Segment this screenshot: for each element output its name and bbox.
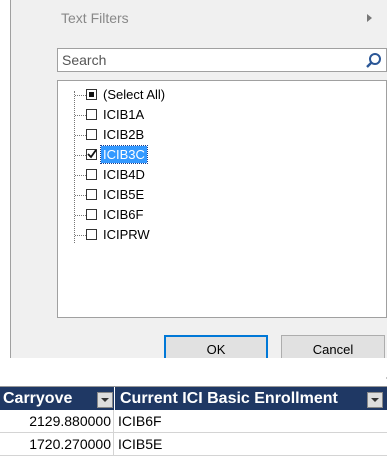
tree-connector	[75, 195, 86, 196]
carryover-cell: 2129.880000	[29, 413, 111, 429]
checkmark-icon	[87, 149, 97, 159]
worksheet-area	[0, 358, 387, 368]
text-filters-menu-item[interactable]: Text Filters	[11, 0, 387, 38]
tree-connector	[75, 215, 86, 216]
filter-item-label: ICIB3C	[100, 145, 148, 164]
checkbox[interactable]	[86, 229, 97, 240]
column-header-current-ici-basic-enrollment: Current ICI Basic Enrollment	[120, 390, 338, 407]
filter-item-label: ICIPRW	[103, 227, 150, 242]
filter-item-label: ICIB1A	[103, 107, 145, 122]
filter-item-label: ICIB4D	[103, 167, 145, 182]
filter-item-label: ICIB2B	[103, 127, 145, 142]
filter-list-item[interactable]: ICIB5E	[58, 185, 386, 205]
checkbox[interactable]	[86, 189, 97, 200]
tree-connector	[75, 95, 86, 96]
search-box	[57, 48, 387, 72]
search-input[interactable]	[60, 49, 364, 71]
checkbox[interactable]	[86, 129, 97, 140]
filter-item-label: (Select All)	[103, 87, 166, 102]
filter-list-item[interactable]: ICIB1A	[58, 105, 386, 125]
tree-connector	[75, 175, 86, 176]
tree-connector	[75, 115, 86, 116]
filter-list-item[interactable]: ICIPRW	[58, 225, 386, 245]
checkbox[interactable]	[86, 149, 97, 160]
submenu-arrow-icon	[367, 14, 372, 22]
checkbox[interactable]	[86, 169, 97, 180]
filter-dropdown-icon[interactable]	[97, 392, 113, 408]
filter-value-list[interactable]: (Select All) ICIB1A ICIB2B ICIB3C ICIB4D ICIB…	[57, 80, 387, 318]
filter-item-label: ICIB6F	[103, 207, 144, 222]
enrollment-cell: ICIB5E	[118, 436, 163, 452]
table-header-row: Carryove Current ICI Basic Enrollment	[0, 386, 387, 411]
enrollment-cell: ICIB6F	[118, 413, 162, 429]
filter-list-item[interactable]: ICIB3C	[58, 145, 386, 165]
text-filters-label: Text Filters	[61, 10, 129, 26]
filter-item-label: ICIB5E	[103, 187, 145, 202]
filter-list-item[interactable]: ICIB2B	[58, 125, 386, 145]
checkbox[interactable]	[86, 109, 97, 120]
filter-list-item[interactable]: ICIB4D	[58, 165, 386, 185]
table-row[interactable]: 2129.880000 ICIB6F	[0, 410, 387, 433]
search-icon[interactable]	[365, 52, 383, 70]
filter-list-item[interactable]: ICIB6F	[58, 205, 386, 225]
tree-connector	[75, 135, 86, 136]
tree-connector	[75, 235, 86, 236]
tree-connector	[75, 155, 86, 156]
worksheet-left-edge	[0, 0, 10, 358]
filter-dropdown-icon[interactable]	[367, 392, 383, 408]
carryover-cell: 1720.270000	[29, 436, 111, 452]
filter-list-item[interactable]: (Select All)	[58, 85, 386, 105]
checkbox[interactable]	[86, 89, 97, 100]
checkbox[interactable]	[86, 209, 97, 220]
filter-dropdown-panel: Text Filters (Select All) ICIB1A ICIB2B ICI…	[10, 0, 387, 379]
